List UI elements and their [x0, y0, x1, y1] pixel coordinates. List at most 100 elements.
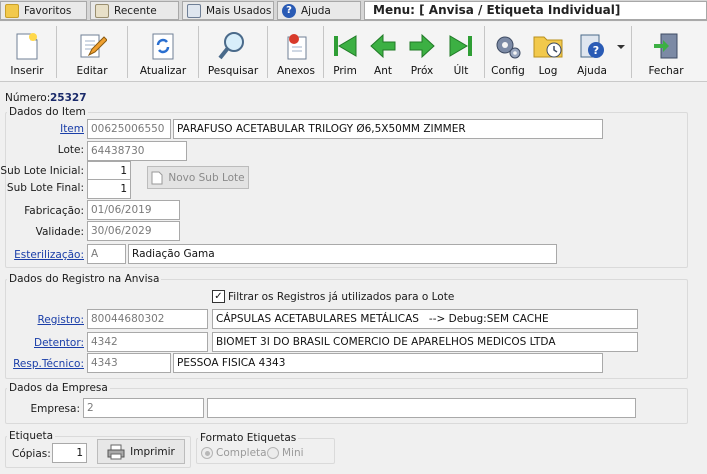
svg-text:?: ?: [593, 44, 599, 57]
ult-label: Últ: [453, 65, 469, 77]
toolbar-separator: [267, 26, 268, 78]
copias-input[interactable]: 1: [52, 443, 87, 463]
imprimir-label: Imprimir: [130, 445, 175, 458]
edit-pencil-icon: [75, 29, 109, 63]
completa-radio[interactable]: [201, 447, 213, 459]
first-record-icon: [328, 29, 362, 63]
inserir-label: Inserir: [10, 65, 44, 77]
blank-page-icon: [151, 171, 163, 184]
fabricacao-input[interactable]: 01/06/2019: [87, 200, 180, 220]
fabricacao-label: Fabricação:: [24, 205, 84, 217]
item-link[interactable]: Item: [30, 123, 84, 135]
atualizar-button[interactable]: Atualizar: [137, 22, 189, 82]
detentor-code-input[interactable]: 4342: [87, 332, 208, 352]
fechar-button[interactable]: Fechar: [642, 22, 690, 82]
registro-description-input[interactable]: CÁPSULAS ACETABULARES METÁLICAS --> Debu…: [212, 309, 638, 329]
pesquisar-label: Pesquisar: [207, 65, 259, 77]
resp-tecnico-description-input[interactable]: PESSOA FISICA 4343: [173, 353, 603, 373]
esterilizacao-link[interactable]: Esterilização:: [0, 249, 84, 261]
resp-tecnico-code-input[interactable]: 4343: [87, 353, 171, 373]
item-code-input[interactable]: 00625006550: [87, 119, 171, 139]
folder-star-icon: [5, 3, 19, 18]
tab-mais-usados[interactable]: Mais Usados: [182, 1, 274, 20]
inserir-button[interactable]: Inserir: [2, 22, 52, 82]
anexos-label: Anexos: [277, 65, 315, 77]
toolbar-separator: [484, 26, 485, 78]
config-button[interactable]: Config: [489, 22, 527, 82]
dados-empresa-title: Dados da Empresa: [7, 382, 110, 394]
esterilizacao-description-input[interactable]: Radiação Gama: [128, 244, 557, 264]
imprimir-button[interactable]: Imprimir: [97, 439, 185, 464]
dados-item-title: Dados do Item: [7, 106, 88, 118]
sub-lote-final-input[interactable]: 1: [87, 179, 131, 199]
window-icon: [187, 3, 201, 18]
formato-title: Formato Etiquetas: [198, 432, 299, 444]
log-button[interactable]: Log: [530, 22, 566, 82]
filtrar-checkbox[interactable]: ✓: [212, 290, 225, 303]
toolbar-separator: [631, 26, 632, 78]
esterilizacao-code-input[interactable]: A: [87, 244, 126, 264]
empresa-label: Empresa:: [30, 403, 80, 415]
mini-label: Mini: [282, 447, 304, 459]
tab-recente[interactable]: Recente: [90, 1, 179, 20]
ant-label: Ant: [374, 65, 392, 77]
prox-button[interactable]: Próx: [405, 22, 439, 82]
registro-code-input[interactable]: 80044680302: [87, 309, 208, 329]
lote-label: Lote:: [57, 144, 84, 156]
last-record-icon: [444, 29, 478, 63]
editar-label: Editar: [76, 65, 108, 77]
folder-clock-icon: [531, 29, 565, 63]
new-document-icon: [10, 29, 44, 63]
tab-recente-label: Recente: [114, 4, 157, 17]
recent-icon: [95, 3, 109, 18]
pesquisar-button[interactable]: Pesquisar: [205, 22, 261, 82]
help-icon: ?: [282, 3, 296, 18]
prox-label: Próx: [410, 65, 434, 77]
help-book-icon: ?: [575, 29, 609, 63]
resp-tecnico-link[interactable]: Resp.Técnico:: [0, 358, 84, 370]
editar-button[interactable]: Editar: [66, 22, 118, 82]
detentor-description-input[interactable]: BIOMET 3I DO BRASIL COMERCIO DE APARELHO…: [212, 332, 638, 352]
novo-sub-lote-label: Novo Sub Lote: [168, 171, 245, 184]
item-description-input[interactable]: PARAFUSO ACETABULAR TRILOGY Ø6,5X50MM ZI…: [173, 119, 603, 139]
toolbar-separator: [323, 26, 324, 78]
anexos-button[interactable]: Anexos: [274, 22, 318, 82]
etiqueta-title: Etiqueta: [7, 430, 55, 442]
mini-radio[interactable]: [267, 447, 279, 459]
novo-sub-lote-button[interactable]: Novo Sub Lote: [147, 166, 249, 189]
attachment-icon: [279, 29, 313, 63]
config-label: Config: [491, 65, 525, 77]
log-label: Log: [538, 65, 558, 77]
refresh-icon: [146, 29, 180, 63]
fechar-label: Fechar: [648, 65, 684, 77]
sub-lote-inicial-label: Sub Lote Inicial:: [0, 165, 84, 177]
lote-input[interactable]: 64438730: [87, 141, 187, 161]
ant-button[interactable]: Ant: [366, 22, 400, 82]
toolbar-separator: [56, 26, 57, 78]
magnifier-icon: [216, 29, 250, 63]
validade-input[interactable]: 30/06/2029: [87, 221, 180, 241]
tab-ajuda[interactable]: ? Ajuda: [277, 1, 361, 20]
dados-registro-title: Dados do Registro na Anvisa: [7, 273, 162, 285]
ult-button[interactable]: Últ: [444, 22, 478, 82]
tab-favoritos-label: Favoritos: [24, 4, 72, 17]
ajuda-dropdown-arrow-icon[interactable]: [617, 45, 625, 49]
numero-value: 25327: [50, 92, 87, 104]
ajuda-button[interactable]: ? Ajuda: [572, 22, 612, 82]
empresa-code-input[interactable]: 2: [83, 398, 204, 418]
tab-ajuda-label: Ajuda: [301, 4, 331, 17]
filtrar-label: Filtrar os Registros já utilizados para …: [228, 291, 455, 303]
detentor-link[interactable]: Detentor:: [0, 337, 84, 349]
previous-arrow-icon: [366, 29, 400, 63]
tab-mais-usados-label: Mais Usados: [206, 4, 272, 17]
empresa-description-input[interactable]: [207, 398, 636, 418]
prim-button[interactable]: Prim: [328, 22, 362, 82]
gear-icon: [491, 29, 525, 63]
sub-lote-final-label: Sub Lote Final:: [6, 182, 84, 194]
numero-label: Número:: [5, 92, 51, 104]
registro-link[interactable]: Registro:: [0, 314, 84, 326]
tab-favoritos[interactable]: Favoritos: [0, 1, 87, 20]
menu-title: Menu: [ Anvisa / Etiqueta Individual]: [364, 1, 707, 20]
sub-lote-inicial-input[interactable]: 1: [87, 161, 131, 181]
toolbar-separator: [127, 26, 128, 78]
